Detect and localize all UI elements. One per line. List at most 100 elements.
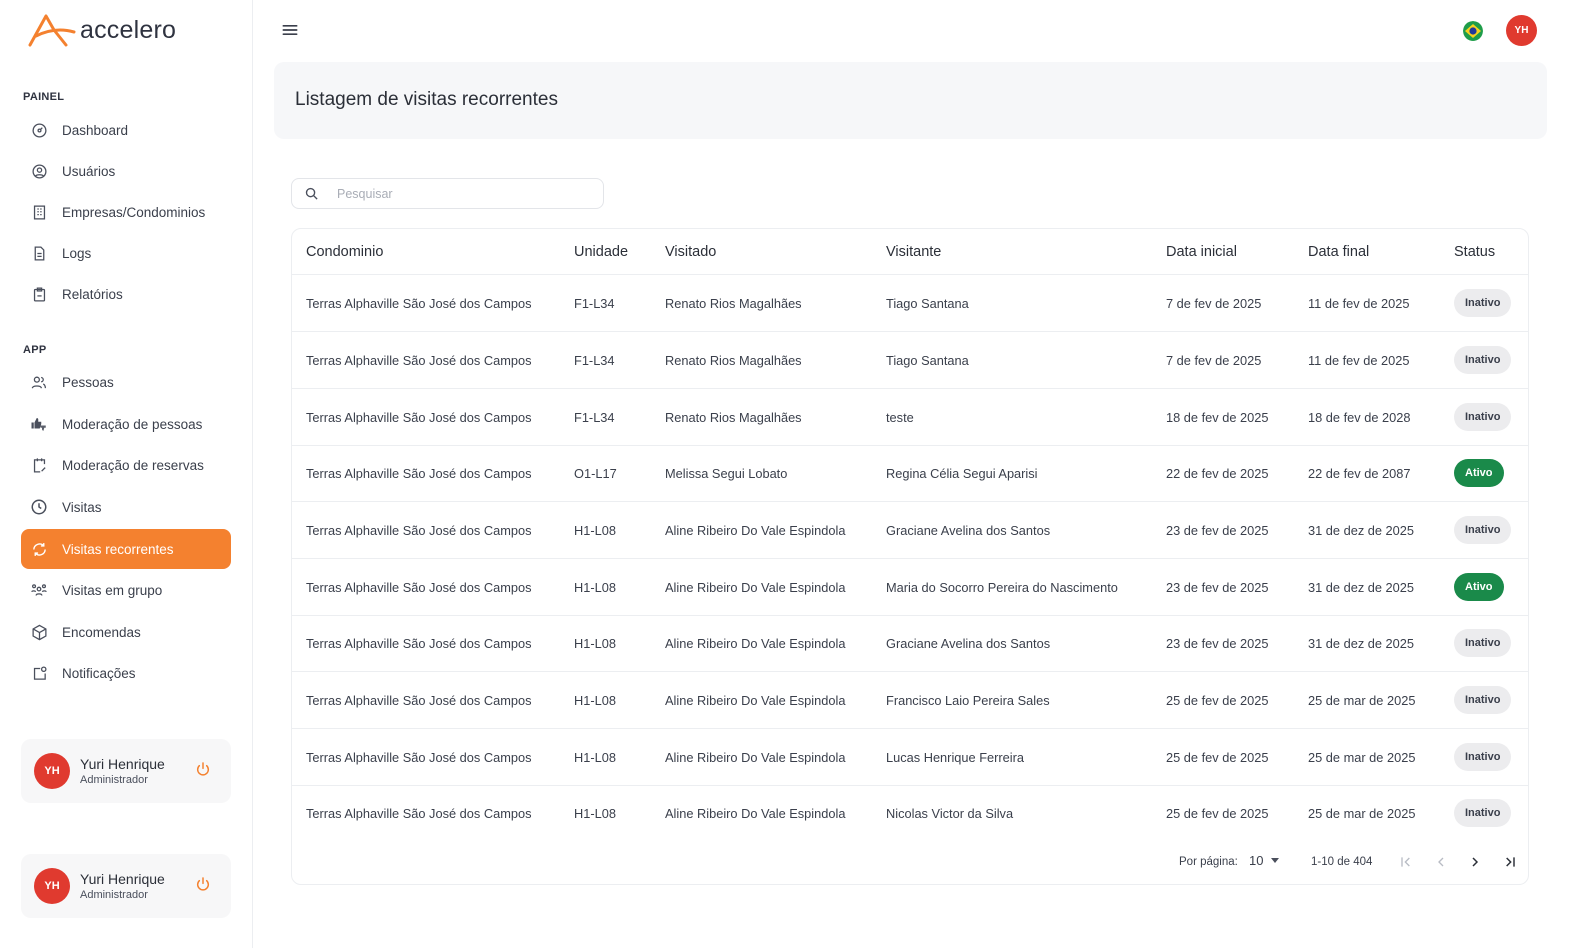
sidebar-item-label: Moderação de reservas [62, 457, 204, 473]
column-header-data-final[interactable]: Data final [1308, 244, 1369, 260]
section-title-app: APP [23, 344, 47, 356]
status-badge: Inativo [1454, 686, 1512, 714]
table-row[interactable]: Terras Alphaville São José dos Campos H1… [292, 729, 1528, 786]
status-badge: Ativo [1454, 459, 1504, 487]
status-badge: Inativo [1454, 629, 1512, 657]
table-row[interactable]: Terras Alphaville São José dos Campos H1… [292, 559, 1528, 616]
cell-data-inicial: 7 de fev de 2025 [1166, 353, 1262, 368]
cell-data-inicial: 23 de fev de 2025 [1166, 523, 1269, 538]
page-range: 1-10 de 404 [1311, 856, 1373, 868]
sidebar-item-moderacao-pessoas[interactable]: Moderação de pessoas [21, 404, 231, 444]
sidebar-item-label: Visitas recorrentes [62, 541, 174, 557]
sidebar-item-empresas[interactable]: Empresas/Condominios [21, 192, 231, 232]
power-icon[interactable] [195, 876, 213, 894]
pagination: Por página: 10 1-10 de 404 [292, 851, 1528, 875]
avatar: YH [34, 753, 70, 789]
package-icon [30, 623, 48, 641]
table-row[interactable]: Terras Alphaville São José dos Campos F1… [292, 275, 1528, 332]
status-badge: Inativo [1454, 516, 1512, 544]
brazil-flag-icon[interactable] [1463, 21, 1483, 41]
column-header-unidade[interactable]: Unidade [574, 244, 628, 260]
sidebar-item-usuarios[interactable]: Usuários [21, 151, 231, 191]
next-page-button[interactable] [1464, 851, 1486, 873]
page-header: Listagem de visitas recorrentes [274, 62, 1547, 139]
power-icon[interactable] [195, 761, 213, 779]
cell-unidade: F1-L34 [574, 353, 615, 368]
user-card[interactable]: YH Yuri Henrique Administrador [21, 854, 231, 918]
cell-data-final: 25 de mar de 2025 [1308, 750, 1416, 765]
last-page-icon [1506, 857, 1515, 867]
user-name: Yuri Henrique [80, 871, 165, 887]
cell-condominio: Terras Alphaville São José dos Campos [306, 750, 532, 765]
table-row[interactable]: Terras Alphaville São José dos Campos F1… [292, 332, 1528, 389]
per-page-label: Por página: [1179, 856, 1238, 868]
prev-page-button[interactable] [1430, 851, 1452, 873]
clock-icon [30, 498, 48, 516]
table-row[interactable]: Terras Alphaville São José dos Campos H1… [292, 785, 1528, 842]
cell-data-inicial: 25 de fev de 2025 [1166, 693, 1269, 708]
column-header-status[interactable]: Status [1454, 244, 1495, 260]
first-page-button[interactable] [1395, 851, 1417, 873]
cell-data-final: 25 de mar de 2025 [1308, 693, 1416, 708]
cell-data-inicial: 23 de fev de 2025 [1166, 580, 1269, 595]
cell-data-final: 11 de fev de 2025 [1308, 353, 1410, 368]
cell-condominio: Terras Alphaville São José dos Campos [306, 410, 532, 425]
sidebar-item-label: Dashboard [62, 122, 129, 138]
cell-condominio: Terras Alphaville São José dos Campos [306, 353, 532, 368]
sidebar-item-notificacoes[interactable]: Notificações [21, 653, 231, 693]
status-badge: Inativo [1454, 799, 1512, 827]
cell-unidade: H1-L08 [574, 750, 616, 765]
cell-condominio: Terras Alphaville São José dos Campos [306, 523, 532, 538]
cell-unidade: O1-L17 [574, 466, 617, 481]
per-page-select[interactable]: 10 [1249, 853, 1280, 868]
sidebar-item-encomendas[interactable]: Encomendas [21, 612, 231, 652]
cell-visitado: Renato Rios Magalhães [665, 296, 802, 311]
hamburger-menu-icon[interactable] [280, 20, 300, 40]
clipboard-icon [30, 285, 48, 303]
cell-visitado: Aline Ribeiro Do Vale Espindola [665, 806, 846, 821]
status-badge: Inativo [1454, 403, 1512, 431]
file-icon [30, 244, 48, 262]
top-avatar[interactable]: YH [1506, 15, 1537, 46]
cell-data-final: 22 de fev de 2087 [1308, 466, 1411, 481]
table-row[interactable]: Terras Alphaville São José dos Campos H1… [292, 672, 1528, 729]
table-row[interactable]: Terras Alphaville São José dos Campos O1… [292, 445, 1528, 502]
logo[interactable]: accelero [28, 12, 176, 48]
chevron-right-icon [1472, 857, 1479, 867]
sidebar-item-label: Usuários [62, 163, 116, 179]
cell-condominio: Terras Alphaville São José dos Campos [306, 580, 532, 595]
sidebar-item-pessoas[interactable]: Pessoas [21, 362, 231, 402]
user-card[interactable]: YH Yuri Henrique Administrador [21, 739, 231, 803]
sidebar-item-relatorios[interactable]: Relatórios [21, 274, 231, 314]
sidebar-item-moderacao-reservas[interactable]: Moderação de reservas [21, 445, 231, 485]
column-header-condominio[interactable]: Condominio [306, 244, 383, 260]
sidebar-item-visitas[interactable]: Visitas [21, 487, 231, 527]
caret-down-icon [1271, 858, 1280, 863]
cell-data-inicial: 25 de fev de 2025 [1166, 806, 1269, 821]
search-input[interactable] [337, 186, 577, 201]
accelero-logo-icon [28, 14, 76, 47]
column-header-visitado[interactable]: Visitado [665, 244, 716, 260]
column-header-visitante[interactable]: Visitante [886, 244, 941, 260]
last-page-button[interactable] [1499, 851, 1521, 873]
search-box [291, 178, 604, 209]
cell-unidade: H1-L08 [574, 806, 616, 821]
per-page-value: 10 [1249, 853, 1264, 868]
sidebar-item-visitas-grupo[interactable]: Visitas em grupo [21, 570, 231, 610]
table-row[interactable]: Terras Alphaville São José dos Campos H1… [292, 615, 1528, 672]
sidebar-item-logs[interactable]: Logs [21, 233, 231, 273]
cell-data-final: 25 de mar de 2025 [1308, 806, 1416, 821]
sidebar-item-dashboard[interactable]: Dashboard [21, 110, 231, 150]
sidebar-item-label: Visitas [62, 499, 102, 515]
table-row[interactable]: Terras Alphaville São José dos Campos F1… [292, 389, 1528, 446]
cell-visitado: Melissa Segui Lobato [665, 466, 788, 481]
table-row[interactable]: Terras Alphaville São José dos Campos H1… [292, 502, 1528, 559]
sidebar-item-visitas-recorrentes[interactable]: Visitas recorrentes [21, 529, 231, 569]
sidebar-item-label: Moderação de pessoas [62, 416, 203, 432]
cell-condominio: Terras Alphaville São José dos Campos [306, 466, 532, 481]
cell-visitante: Graciane Avelina dos Santos [886, 523, 1051, 538]
column-header-data-inicial[interactable]: Data inicial [1166, 244, 1237, 260]
user-name: Yuri Henrique [80, 756, 165, 772]
notification-icon [30, 664, 48, 682]
page-title: Listagem de visitas recorrentes [295, 89, 558, 110]
